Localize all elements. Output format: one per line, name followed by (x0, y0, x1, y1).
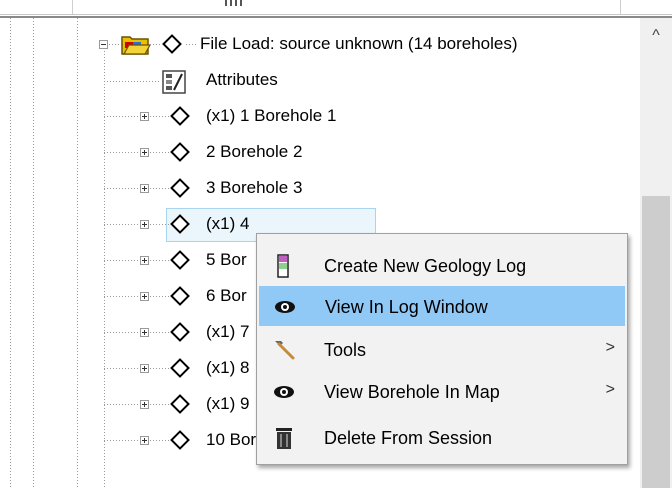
tree-guide-line (150, 116, 170, 117)
tree-root-label: File Load: source unknown (14 boreholes) (200, 34, 518, 53)
submenu-arrow-icon: > (605, 339, 615, 356)
borehole-label: (x1) 9 (206, 394, 250, 413)
expand-icon[interactable] (140, 148, 149, 157)
hammer-icon (275, 341, 295, 360)
menu-item-view-borehole-in-map[interactable]: View Borehole In Map > (259, 372, 625, 412)
expand-icon[interactable] (140, 112, 149, 121)
column-divider (72, 0, 73, 15)
tree-guide-line (150, 332, 170, 333)
tree-row-borehole[interactable]: 3 Borehole 3 (0, 170, 640, 206)
tree-guide-line (150, 224, 170, 225)
column-divider (620, 0, 621, 15)
tree-guide-line (150, 440, 170, 441)
tree-guide-line (150, 188, 170, 189)
tree-guide-line (104, 440, 140, 441)
tree-guide-line (104, 188, 140, 189)
borehole-icon (170, 430, 190, 450)
tree-guide-line (150, 44, 160, 45)
menu-item-delete-from-session[interactable]: Delete From Session (259, 418, 625, 458)
menu-item-label: View In Log Window (325, 297, 488, 317)
menu-item-label: Delete From Session (324, 428, 493, 448)
borehole-label: (x1) 1 Borehole 1 (206, 106, 337, 125)
tree-guide-line (104, 224, 140, 225)
expand-icon[interactable] (140, 292, 149, 301)
borehole-icon (170, 286, 190, 306)
header-strip (0, 0, 672, 15)
scrollbar-thumb[interactable] (642, 196, 670, 488)
borehole-label: (x1) 4 (206, 214, 250, 233)
geology-log-icon (277, 254, 289, 278)
borehole-icon (170, 322, 190, 342)
vertical-scrollbar[interactable]: ^ (640, 18, 672, 488)
expand-icon[interactable] (140, 400, 149, 409)
tree-guide-line (104, 260, 140, 261)
trash-icon (276, 428, 292, 449)
eye-icon (275, 301, 295, 313)
expand-icon[interactable] (140, 436, 149, 445)
tree-guide-line (104, 368, 140, 369)
tree-guide-line (104, 332, 140, 333)
borehole-label: (x1) 7 (206, 322, 250, 341)
borehole-icon (170, 394, 190, 414)
attributes-label: Attributes (206, 70, 278, 89)
borehole-label: (x1) 8 (206, 358, 250, 377)
borehole-icon (170, 106, 190, 126)
borehole-label: 3 Borehole 3 (206, 178, 303, 197)
borehole-group-icon (162, 34, 182, 54)
tree-row-attributes[interactable]: Attributes (0, 62, 640, 98)
tree-row-borehole[interactable]: (x1) 1 Borehole 1 (0, 98, 640, 134)
menu-item-create-geology-log[interactable]: Create New Geology Log (259, 246, 625, 286)
divider (0, 14, 672, 15)
expand-icon[interactable] (140, 184, 149, 193)
borehole-icon (170, 178, 190, 198)
tree-guide-line (104, 404, 140, 405)
collapse-icon[interactable] (99, 40, 108, 49)
borehole-icon (170, 250, 190, 270)
menu-item-tools[interactable]: Tools > (259, 330, 625, 370)
eye-icon (274, 386, 294, 398)
menu-item-label: View Borehole In Map (324, 382, 500, 402)
menu-item-view-in-log-window[interactable]: View In Log Window (259, 286, 625, 326)
tree-guide-line (150, 368, 170, 369)
context-menu: Create New Geology Log View In Log Windo… (256, 233, 628, 465)
attributes-icon (162, 70, 186, 94)
tree-guide-line (104, 296, 140, 297)
tree-guide-line (104, 116, 140, 117)
truncated-text (225, 0, 245, 6)
expand-icon[interactable] (140, 256, 149, 265)
expand-icon[interactable] (140, 328, 149, 337)
borehole-icon (170, 358, 190, 378)
tree-guide-line (186, 44, 196, 45)
borehole-label: 6 Bor (206, 286, 247, 305)
folder-icon (121, 36, 151, 55)
expand-icon[interactable] (140, 220, 149, 229)
tree-guide-line (150, 404, 170, 405)
scroll-up-icon[interactable]: ^ (646, 26, 666, 46)
tree-guide-line (104, 81, 160, 82)
tree-guide-line (150, 260, 170, 261)
expand-icon[interactable] (140, 364, 149, 373)
tree-row-borehole[interactable]: 2 Borehole 2 (0, 134, 640, 170)
tree-guide-line (104, 152, 140, 153)
borehole-label: 2 Borehole 2 (206, 142, 303, 161)
submenu-arrow-icon: > (605, 381, 615, 398)
tree-row-root[interactable]: File Load: source unknown (14 boreholes) (0, 26, 640, 62)
tree-guide-line (150, 152, 170, 153)
tree-guide-line (150, 296, 170, 297)
borehole-icon (170, 142, 190, 162)
menu-item-label: Tools (324, 340, 367, 360)
borehole-label: 5 Bor (206, 250, 247, 269)
menu-item-label: Create New Geology Log (324, 256, 527, 276)
